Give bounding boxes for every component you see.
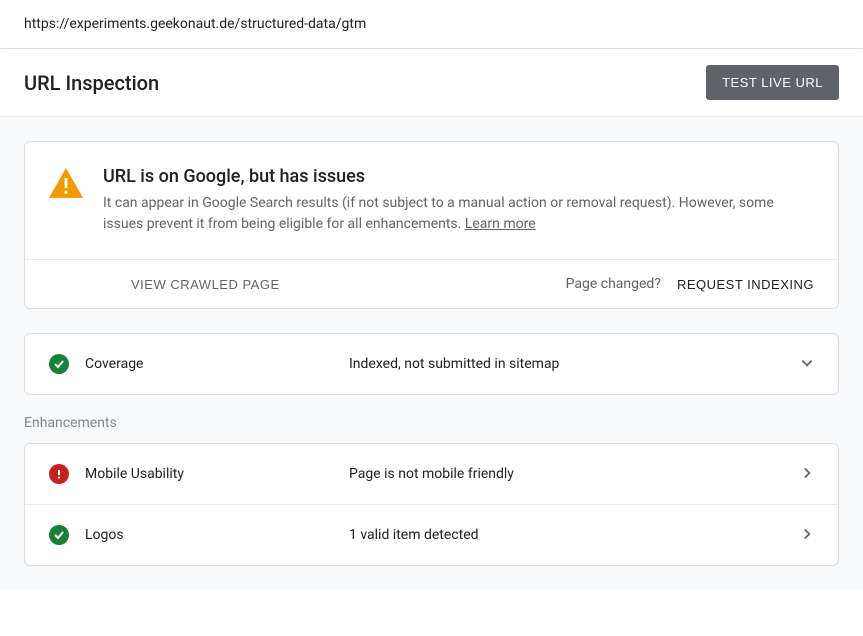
status-card-body: URL is on Google, but has issues It can … xyxy=(25,142,838,259)
enhancements-card: Mobile Usability Page is not mobile frie… xyxy=(24,443,839,566)
page-title: URL Inspection xyxy=(24,71,159,95)
warning-icon xyxy=(49,168,83,202)
page-changed-label: Page changed? xyxy=(566,276,661,292)
coverage-card: Coverage Indexed, not submitted in sitem… xyxy=(24,333,839,395)
page-header: URL Inspection TEST LIVE URL xyxy=(0,49,863,117)
row-label: Mobile Usability xyxy=(85,466,349,482)
content-area: URL is on Google, but has issues It can … xyxy=(0,117,863,590)
enhancements-label: Enhancements xyxy=(24,415,839,431)
error-icon xyxy=(49,464,69,484)
check-icon xyxy=(49,525,69,545)
footer-right-group: Page changed? REQUEST INDEXING xyxy=(566,276,814,292)
coverage-row[interactable]: Coverage Indexed, not submitted in sitem… xyxy=(25,334,838,394)
row-value: Page is not mobile friendly xyxy=(349,466,790,482)
chevron-right-icon xyxy=(800,526,814,545)
chevron-down-icon xyxy=(800,355,814,374)
row-value: 1 valid item detected xyxy=(349,527,790,543)
url-text: https://experiments.geekonaut.de/structu… xyxy=(24,16,366,32)
logos-row[interactable]: Logos 1 valid item detected xyxy=(25,504,838,565)
check-icon xyxy=(49,354,69,374)
coverage-label: Coverage xyxy=(85,356,349,372)
status-text-block: URL is on Google, but has issues It can … xyxy=(103,166,814,235)
test-live-url-button[interactable]: TEST LIVE URL xyxy=(706,65,839,100)
mobile-usability-row[interactable]: Mobile Usability Page is not mobile frie… xyxy=(25,444,838,504)
view-crawled-page-button[interactable]: VIEW CRAWLED PAGE xyxy=(131,277,280,292)
status-card: URL is on Google, but has issues It can … xyxy=(24,141,839,309)
status-description: It can appear in Google Search results (… xyxy=(103,193,814,235)
url-bar[interactable]: https://experiments.geekonaut.de/structu… xyxy=(0,0,863,49)
learn-more-link[interactable]: Learn more xyxy=(465,216,536,232)
request-indexing-button[interactable]: REQUEST INDEXING xyxy=(677,277,814,292)
row-label: Logos xyxy=(85,527,349,543)
status-title: URL is on Google, but has issues xyxy=(103,166,814,187)
status-card-footer: VIEW CRAWLED PAGE Page changed? REQUEST … xyxy=(25,259,838,308)
coverage-value: Indexed, not submitted in sitemap xyxy=(349,356,790,372)
chevron-right-icon xyxy=(800,465,814,484)
